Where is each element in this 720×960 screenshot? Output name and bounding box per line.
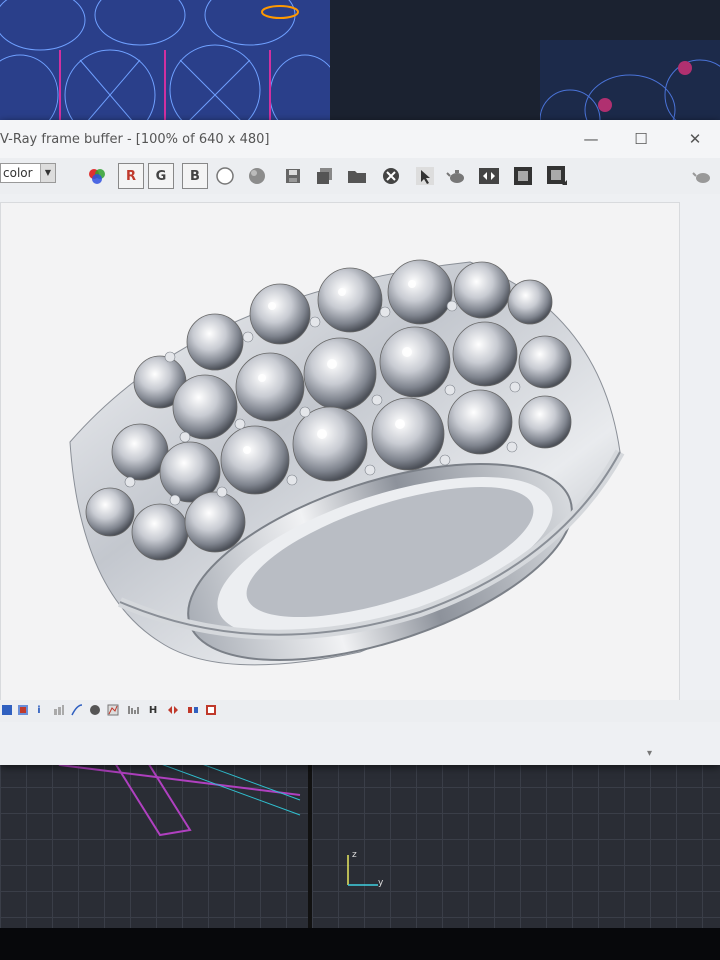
- clear-image-icon[interactable]: [380, 165, 402, 187]
- minimize-button[interactable]: —: [580, 130, 602, 148]
- stereo-icon[interactable]: [186, 703, 200, 717]
- chevron-down-icon[interactable]: ▾: [647, 748, 652, 759]
- monochrome-icon[interactable]: [246, 165, 268, 187]
- axis-y-label: y: [378, 878, 384, 888]
- maximize-button[interactable]: ☐: [630, 130, 652, 148]
- render-region-icon[interactable]: [0, 703, 14, 717]
- axis-gizmo: z y: [340, 850, 390, 890]
- teapot-render-icon[interactable]: [692, 165, 714, 187]
- axis-z-label: z: [352, 850, 357, 860]
- render-canvas: [0, 202, 680, 717]
- chevron-down-icon: ▼: [40, 164, 55, 182]
- red-channel-button[interactable]: R: [118, 163, 144, 189]
- title-bar[interactable]: V-Ray frame buffer - [100% of 640 x 480]…: [0, 120, 720, 158]
- track-mouse-icon[interactable]: [414, 165, 436, 187]
- color-channels-icon[interactable]: [86, 165, 108, 187]
- monitor-bezel: [0, 928, 720, 960]
- load-image-icon[interactable]: [346, 165, 368, 187]
- wireframe-gems: [0, 0, 341, 141]
- save-all-icon[interactable]: [314, 165, 336, 187]
- save-image-icon[interactable]: [282, 165, 304, 187]
- compare-ab-icon[interactable]: [478, 165, 500, 187]
- alpha-channel-icon[interactable]: [214, 165, 236, 187]
- toolbar: color ▼ R G B: [0, 158, 720, 194]
- teapot-region-icon[interactable]: [446, 165, 468, 187]
- color-corrections-icon[interactable]: [16, 703, 30, 717]
- channel-select-value: color: [3, 166, 33, 180]
- diamond-ring-render: [69, 259, 625, 666]
- history-a-icon[interactable]: [512, 165, 534, 187]
- blue-channel-button[interactable]: B: [182, 163, 208, 189]
- compare-icon[interactable]: [166, 703, 180, 717]
- histogram-icon[interactable]: [106, 703, 120, 717]
- green-channel-button[interactable]: G: [148, 163, 174, 189]
- vray-frame-buffer-window: V-Ray frame buffer - [100% of 640 x 480]…: [0, 120, 720, 765]
- info-button[interactable]: i: [32, 703, 46, 717]
- exposure-icon[interactable]: [88, 703, 102, 717]
- wireframe-gems-panel: [0, 0, 341, 141]
- channel-select[interactable]: color ▼: [0, 163, 56, 183]
- hue-button[interactable]: H: [146, 703, 160, 717]
- lut-icon[interactable]: [126, 703, 140, 717]
- history-b-icon[interactable]: [546, 165, 568, 187]
- curve-icon[interactable]: [70, 703, 84, 717]
- levels-icon[interactable]: [52, 703, 66, 717]
- window-title: V-Ray frame buffer - [100% of 640 x 480]: [0, 132, 270, 147]
- close-button[interactable]: ✕: [684, 130, 706, 148]
- status-bar: i H: [0, 700, 720, 722]
- pixel-aspect-icon[interactable]: [204, 703, 218, 717]
